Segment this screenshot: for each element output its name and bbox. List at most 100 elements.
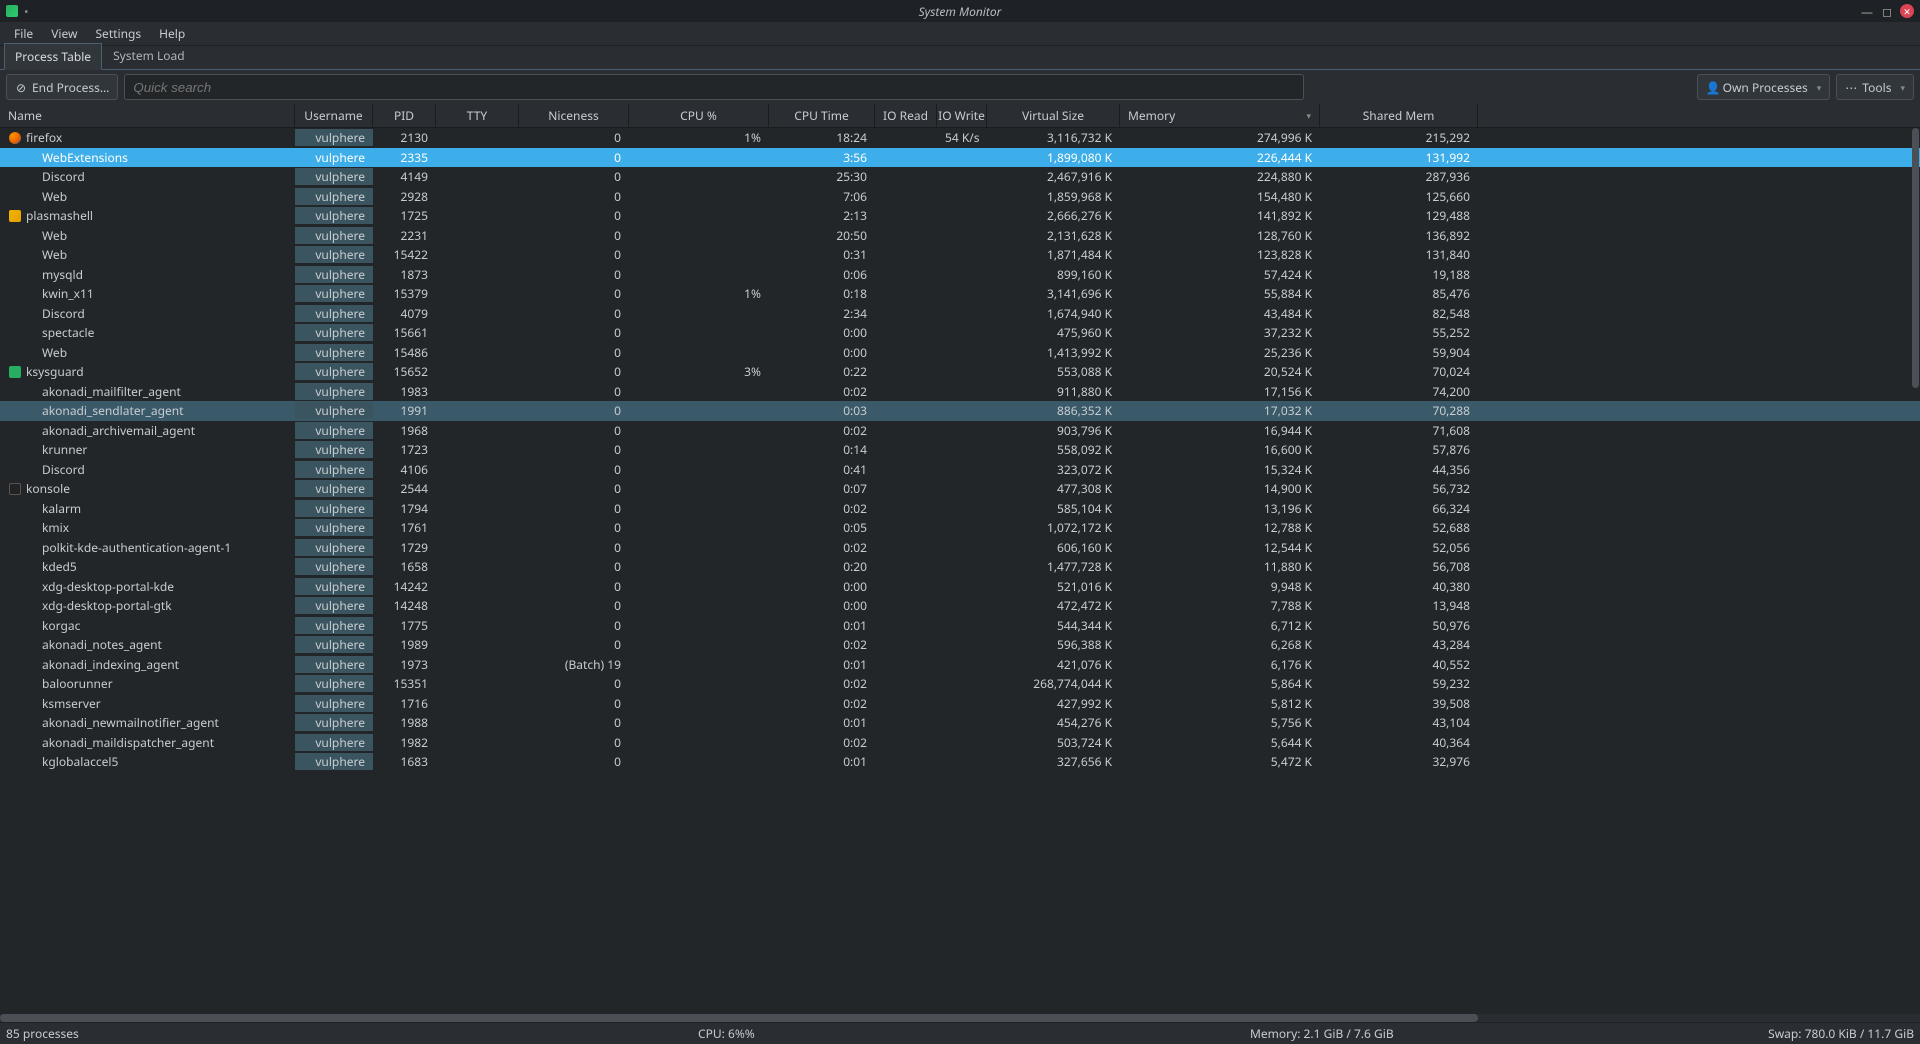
cell-mem: 16,600 K — [1120, 441, 1320, 458]
table-row[interactable]: xdg-desktop-portal-kdevulphere1424200:00… — [0, 577, 1920, 597]
cell-mem: 55,884 K — [1120, 285, 1320, 302]
col-name[interactable]: Name — [0, 104, 295, 127]
table-row[interactable]: Webvulphere292807:061,859,968 K154,480 K… — [0, 187, 1920, 207]
tab-process-table[interactable]: Process Table — [4, 43, 102, 70]
table-row[interactable]: plasmashellvulphere172502:132,666,276 K1… — [0, 206, 1920, 226]
cell-vsize: 558,092 K — [987, 441, 1120, 458]
table-row[interactable]: ksmservervulphere171600:02427,992 K5,812… — [0, 694, 1920, 714]
cell-user: vulphere — [295, 383, 373, 400]
horizontal-scrollbar-thumb[interactable] — [0, 1014, 1478, 1022]
table-row[interactable]: kded5vulphere165800:201,477,728 K11,880 … — [0, 557, 1920, 577]
cell-user: vulphere — [295, 305, 373, 322]
cell-time: 0:02 — [769, 383, 875, 400]
table-row[interactable]: kalarmvulphere179400:02585,104 K13,196 K… — [0, 499, 1920, 519]
table-row[interactable]: kmixvulphere176100:051,072,172 K12,788 K… — [0, 518, 1920, 538]
cell-name: krunner — [0, 441, 295, 458]
cell-time: 25:30 — [769, 168, 875, 185]
cell-name: polkit-kde-authentication-agent-1 — [0, 539, 295, 556]
table-row[interactable]: akonadi_sendlater_agentvulphere199100:03… — [0, 401, 1920, 421]
menu-settings[interactable]: Settings — [87, 23, 149, 44]
cell-vsize: 477,308 K — [987, 480, 1120, 497]
menu-view[interactable]: View — [43, 23, 85, 44]
end-process-button[interactable]: ⊘ End Process… — [6, 74, 118, 100]
process-table: Name Username PID TTY Niceness CPU % CPU… — [0, 104, 1920, 1022]
table-row[interactable]: mysqldvulphere187300:06899,160 K57,424 K… — [0, 265, 1920, 285]
cell-shmem: 39,508 — [1320, 695, 1478, 712]
table-row[interactable]: akonadi_archivemail_agentvulphere196800:… — [0, 421, 1920, 441]
cell-pid: 1761 — [373, 519, 436, 536]
table-row[interactable]: akonadi_mailfilter_agentvulphere198300:0… — [0, 382, 1920, 402]
table-row[interactable]: korgacvulphere177500:01544,344 K6,712 K5… — [0, 616, 1920, 636]
col-memory[interactable]: Memory▾ — [1120, 104, 1320, 127]
table-row[interactable]: baloorunnervulphere1535100:02268,774,044… — [0, 674, 1920, 694]
col-io-read[interactable]: IO Read — [875, 104, 937, 127]
cell-name: konsole — [0, 480, 295, 497]
cell-cpu: 3% — [629, 363, 769, 380]
cell-pid: 1723 — [373, 441, 436, 458]
col-cpu-percent[interactable]: CPU % — [629, 104, 769, 127]
table-body[interactable]: firefoxvulphere213001%18:2454 K/s3,116,7… — [0, 128, 1920, 1014]
col-cpu-time[interactable]: CPU Time — [769, 104, 875, 127]
cell-pid: 2130 — [373, 129, 436, 146]
col-username[interactable]: Username — [295, 104, 373, 127]
cell-vsize: 521,016 K — [987, 578, 1120, 595]
cell-time: 0:02 — [769, 422, 875, 439]
table-row[interactable]: akonadi_notes_agentvulphere198900:02596,… — [0, 635, 1920, 655]
search-input[interactable] — [124, 74, 1304, 100]
cell-nice: 0 — [519, 227, 629, 244]
col-pid[interactable]: PID — [373, 104, 436, 127]
table-row[interactable]: krunnervulphere172300:14558,092 K16,600 … — [0, 440, 1920, 460]
table-row[interactable]: Discordvulphere410600:41323,072 K15,324 … — [0, 460, 1920, 480]
table-row[interactable]: xdg-desktop-portal-gtkvulphere1424800:00… — [0, 596, 1920, 616]
table-row[interactable]: kwin_x11vulphere1537901%0:183,141,696 K5… — [0, 284, 1920, 304]
cell-user: vulphere — [295, 188, 373, 205]
col-niceness[interactable]: Niceness — [519, 104, 629, 127]
horizontal-scrollbar-track[interactable] — [0, 1014, 1920, 1022]
table-row[interactable]: akonadi_indexing_agentvulphere1973(Batch… — [0, 655, 1920, 675]
table-row[interactable]: spectaclevulphere1566100:00475,960 K37,2… — [0, 323, 1920, 343]
modified-indicator: • — [24, 3, 29, 20]
cell-shmem: 71,608 — [1320, 422, 1478, 439]
table-row[interactable]: polkit-kde-authentication-agent-1vulpher… — [0, 538, 1920, 558]
cell-time: 0:03 — [769, 402, 875, 419]
close-button[interactable]: ✕ — [1900, 4, 1914, 18]
table-row[interactable]: Webvulphere1542200:311,871,484 K123,828 … — [0, 245, 1920, 265]
tab-system-load[interactable]: System Load — [102, 42, 196, 69]
cell-pid: 1794 — [373, 500, 436, 517]
table-row[interactable]: Discordvulphere4149025:302,467,916 K224,… — [0, 167, 1920, 187]
vertical-scrollbar[interactable] — [1912, 128, 1919, 388]
table-row[interactable]: Webvulphere2231020:502,131,628 K128,760 … — [0, 226, 1920, 246]
table-row[interactable]: WebExtensionsvulphere233503:561,899,080 … — [0, 148, 1920, 168]
menu-file[interactable]: File — [6, 23, 41, 44]
cell-nice: 0 — [519, 402, 629, 419]
tools-dropdown[interactable]: ⋯ Tools ▾ — [1836, 74, 1914, 100]
cell-vsize: 427,992 K — [987, 695, 1120, 712]
col-shared-mem[interactable]: Shared Mem — [1320, 104, 1478, 127]
col-io-write[interactable]: IO Write — [937, 104, 987, 127]
col-virtual-size[interactable]: Virtual Size — [987, 104, 1120, 127]
table-row[interactable]: firefoxvulphere213001%18:2454 K/s3,116,7… — [0, 128, 1920, 148]
cell-user: vulphere — [295, 363, 373, 380]
menu-help[interactable]: Help — [151, 23, 193, 44]
table-row[interactable]: Discordvulphere407902:341,674,940 K43,48… — [0, 304, 1920, 324]
table-row[interactable]: Webvulphere1548600:001,413,992 K25,236 K… — [0, 343, 1920, 363]
process-filter-dropdown[interactable]: 👤 Own Processes ▾ — [1697, 74, 1831, 100]
table-header: Name Username PID TTY Niceness CPU % CPU… — [0, 104, 1920, 128]
cell-time: 0:01 — [769, 617, 875, 634]
cell-vsize: 1,674,940 K — [987, 305, 1120, 322]
cell-shmem: 287,936 — [1320, 168, 1478, 185]
cell-pid: 1729 — [373, 539, 436, 556]
minimize-button[interactable]: — — [1860, 4, 1874, 18]
table-row[interactable]: konsolevulphere254400:07477,308 K14,900 … — [0, 479, 1920, 499]
cell-mem: 12,788 K — [1120, 519, 1320, 536]
cell-nice: 0 — [519, 617, 629, 634]
table-row[interactable]: akonadi_maildispatcher_agentvulphere1982… — [0, 733, 1920, 753]
col-tty[interactable]: TTY — [436, 104, 519, 127]
cell-name: Web — [0, 188, 295, 205]
title-bar: • System Monitor — ◻ ✕ — [0, 0, 1920, 22]
cell-mem: 16,944 K — [1120, 422, 1320, 439]
table-row[interactable]: kglobalaccel5vulphere168300:01327,656 K5… — [0, 752, 1920, 772]
table-row[interactable]: akonadi_newmailnotifier_agentvulphere198… — [0, 713, 1920, 733]
maximize-button[interactable]: ◻ — [1880, 4, 1894, 18]
table-row[interactable]: ksysguardvulphere1565203%0:22553,088 K20… — [0, 362, 1920, 382]
